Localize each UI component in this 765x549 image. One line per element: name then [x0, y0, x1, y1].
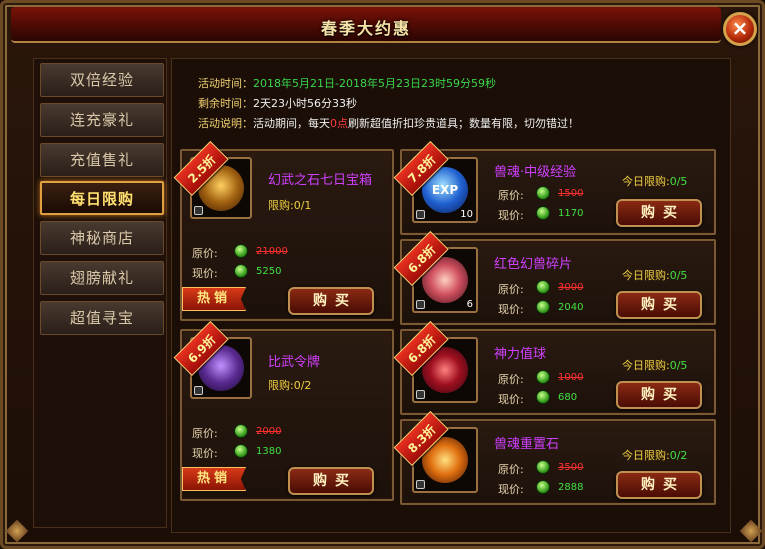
now-price-label: 现价:: [498, 303, 524, 316]
buy-button[interactable]: 购买: [616, 199, 702, 227]
item-name: 兽魂重置石: [494, 437, 560, 452]
daily-limit: 今日限购:0/5: [622, 175, 688, 188]
event-desc-row: 活动说明：活动期间，每天0点刷新超值折扣珍贵道具；数量有限，切勿错过！: [198, 115, 579, 131]
item-limit: 限购:0/2: [268, 379, 312, 392]
title-bar: 春季大约惠: [11, 7, 721, 43]
item-card: 6 6.8折 红色幻兽碎片 原价: 3000 现价: 2040 今日限购:0/5…: [393, 230, 716, 325]
sidebar-item-mystery-shop[interactable]: 神秘商店: [40, 221, 164, 255]
remaining-time-row: 剩余时间：2天23小时56分33秒: [198, 95, 357, 111]
event-desc-text-2: 刷新超值折扣珍贵道具；数量有限，切勿错过！: [348, 117, 579, 130]
remaining-time-value: 2天23小时56分33秒: [253, 97, 357, 110]
event-time-row: 活动时间：2018年5月21日-2018年5月23日23时59分59秒: [198, 75, 496, 91]
lock-icon: [194, 386, 203, 395]
orig-price-label: 原价:: [192, 427, 218, 440]
close-icon: ×: [731, 16, 749, 40]
item-name: 红色幻兽碎片: [494, 257, 573, 272]
gem-coin-icon: [536, 280, 550, 294]
buy-button[interactable]: 购买: [616, 381, 702, 409]
now-price-label: 现价:: [192, 447, 218, 460]
gem-coin-icon: [536, 206, 550, 220]
orig-price: 2000: [256, 426, 282, 437]
orig-price-label: 原价:: [498, 189, 524, 202]
sidebar-item-treasure-hunt[interactable]: 超值寻宝: [40, 301, 164, 335]
event-desc-label: 活动说明：: [198, 117, 253, 130]
event-desc-highlight: 0点: [330, 117, 348, 130]
item-card: 2.5折 幻武之石七日宝箱 限购:0/1 原价: 21000 现价: 5250 …: [173, 140, 394, 321]
close-button[interactable]: ×: [723, 12, 757, 46]
sidebar: 双倍经验 连充豪礼 充值售礼 每日限购 神秘商店 翅膀献礼 超值寻宝: [33, 58, 167, 528]
lock-icon: [416, 210, 425, 219]
item-limit: 限购:0/1: [268, 199, 312, 212]
buy-button[interactable]: 购买: [288, 467, 374, 495]
gem-coin-icon: [536, 300, 550, 314]
event-info: 活动时间：2018年5月21日-2018年5月23日23时59分59秒 剩余时间…: [182, 65, 722, 143]
hot-sale-badge: 热销: [182, 287, 246, 311]
gem-coin-icon: [536, 370, 550, 384]
gem-coin-icon: [536, 460, 550, 474]
lock-icon: [416, 300, 425, 309]
lock-icon: [194, 206, 203, 215]
item-qty: 10: [460, 209, 473, 220]
window-title: 春季大约惠: [320, 19, 411, 38]
orig-price-label: 原价:: [498, 373, 524, 386]
gem-coin-icon: [536, 186, 550, 200]
now-price: 2040: [558, 302, 584, 313]
gem-coin-icon: [234, 264, 248, 278]
now-price-label: 现价:: [192, 267, 218, 280]
orig-price-label: 原价:: [498, 283, 524, 296]
now-price: 1380: [256, 446, 282, 457]
item-card: EXP 10 7.8折 兽魂·中级经验 原价: 1500 现价: 1170 今日…: [393, 140, 716, 235]
event-time-value: 2018年5月21日-2018年5月23日23时59分59秒: [253, 77, 496, 90]
corner-ornament-icon: [5, 519, 29, 543]
lock-icon: [416, 390, 425, 399]
gem-coin-icon: [536, 390, 550, 404]
item-name: 兽魂·中级经验: [494, 165, 577, 180]
gem-coin-icon: [234, 424, 248, 438]
now-price-label: 现价:: [498, 209, 524, 222]
gem-coin-icon: [536, 480, 550, 494]
event-window: 春季大约惠 × 双倍经验 连充豪礼 充值售礼 每日限购 神秘商店 翅膀献礼 超值…: [0, 0, 765, 549]
item-qty: 6: [466, 299, 473, 310]
buy-button[interactable]: 购买: [288, 287, 374, 315]
now-price-label: 现价:: [498, 393, 524, 406]
sidebar-item-double-exp[interactable]: 双倍经验: [40, 63, 164, 97]
daily-limit: 今日限购:0/5: [622, 269, 688, 282]
event-time-label: 活动时间：: [198, 77, 253, 90]
gem-coin-icon: [234, 444, 248, 458]
item-card: 6.8折 神力值球 原价: 1000 现价: 680 今日限购:0/5 购买: [393, 320, 716, 415]
orig-price: 3000: [558, 282, 584, 293]
sidebar-item-daily-limit[interactable]: 每日限购: [40, 181, 164, 215]
sidebar-item-recharge-gift[interactable]: 连充豪礼: [40, 103, 164, 137]
orig-price-label: 原价:: [192, 247, 218, 260]
remaining-time-label: 剩余时间：: [198, 97, 253, 110]
sidebar-item-recharge-sale[interactable]: 充值售礼: [40, 143, 164, 177]
lock-icon: [416, 480, 425, 489]
item-name: 幻武之石七日宝箱: [268, 173, 373, 188]
orig-price: 21000: [256, 246, 288, 257]
item-name: 神力值球: [494, 347, 547, 362]
buy-button[interactable]: 购买: [616, 471, 702, 499]
orig-price: 1000: [558, 372, 584, 383]
item-card: 8.3折 兽魂重置石 原价: 3500 现价: 2888 今日限购:0/2 购买: [393, 410, 716, 505]
daily-limit: 今日限购:0/5: [622, 359, 688, 372]
hot-sale-badge: 热销: [182, 467, 246, 491]
corner-ornament-icon: [739, 519, 763, 543]
sidebar-item-wings-gift[interactable]: 翅膀献礼: [40, 261, 164, 295]
now-price: 2888: [558, 482, 584, 493]
item-card: 6.9折 比武令牌 限购:0/2 原价: 2000 现价: 1380 热销 购买: [173, 320, 394, 501]
now-price: 680: [558, 392, 578, 403]
main-panel: 活动时间：2018年5月21日-2018年5月23日23时59分59秒 剩余时间…: [171, 58, 731, 533]
orig-price: 3500: [558, 462, 584, 473]
item-name: 比武令牌: [268, 355, 321, 370]
now-price: 5250: [256, 266, 282, 277]
orig-price-label: 原价:: [498, 463, 524, 476]
gem-coin-icon: [234, 244, 248, 258]
event-desc-text: 活动期间，每天: [253, 117, 330, 130]
daily-limit: 今日限购:0/2: [622, 449, 688, 462]
buy-button[interactable]: 购买: [616, 291, 702, 319]
now-price: 1170: [558, 208, 584, 219]
orig-price: 1500: [558, 188, 584, 199]
now-price-label: 现价:: [498, 483, 524, 496]
